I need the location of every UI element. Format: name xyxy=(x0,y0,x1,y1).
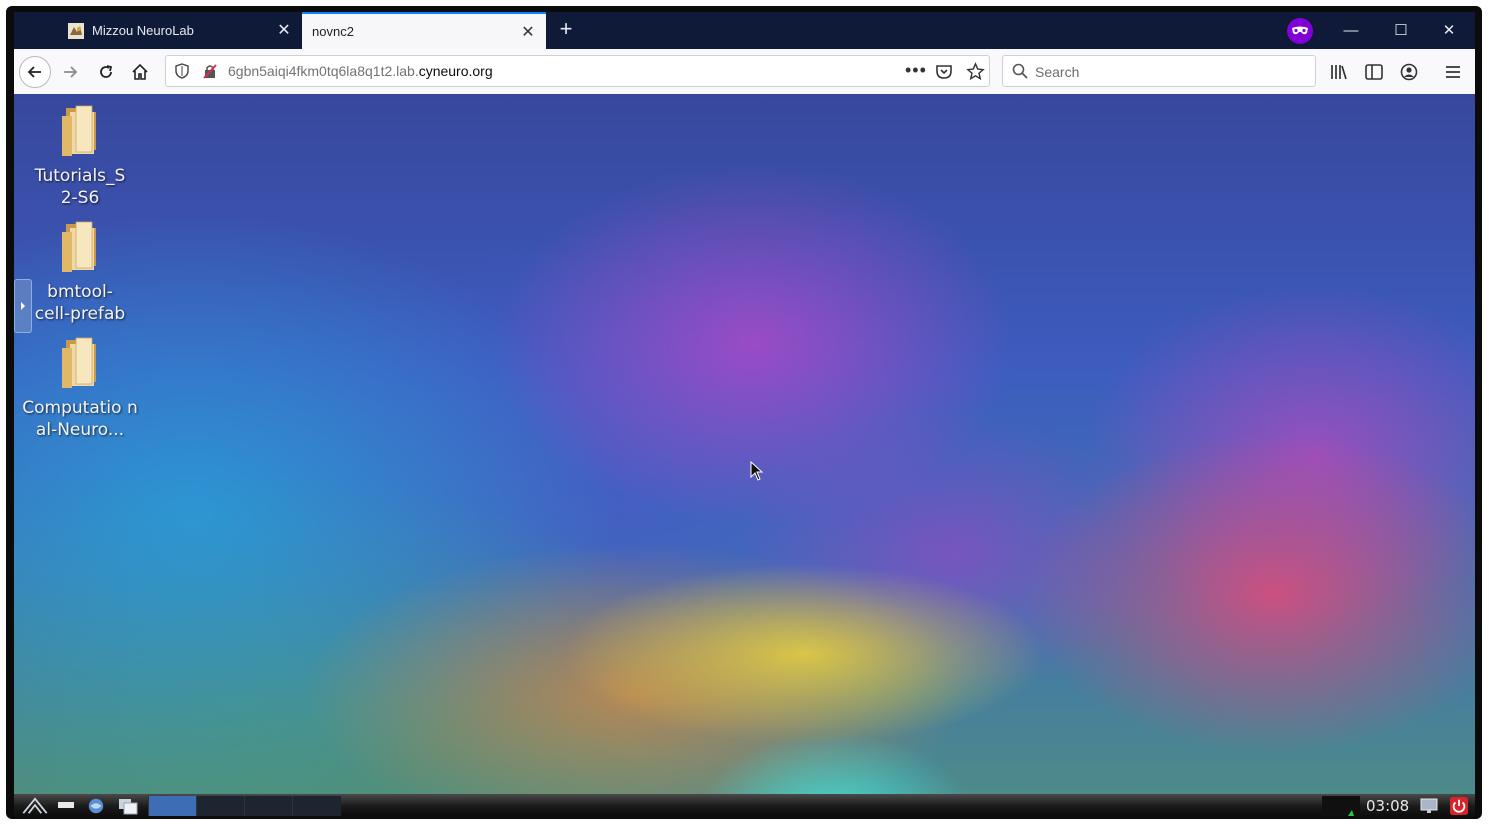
desktop-icon-label: Computatio nal-Neuro... xyxy=(22,398,138,440)
folder-icon xyxy=(62,221,96,272)
close-tab-icon[interactable]: ✕ xyxy=(518,22,538,42)
pocket-icon[interactable] xyxy=(935,63,953,81)
workspace-4[interactable] xyxy=(292,796,341,816)
library-icon[interactable] xyxy=(1330,64,1348,80)
remote-desktop[interactable]: Tutorials_S 2-S6 bmtool- cell-prefab Com… xyxy=(14,94,1475,794)
clock: 03:08 xyxy=(1366,797,1410,815)
forward-button[interactable] xyxy=(54,56,86,88)
workspace-1[interactable] xyxy=(148,796,197,816)
maximize-button[interactable]: ☐ xyxy=(1386,18,1416,42)
home-icon xyxy=(132,63,148,80)
desktop-icon-label: bmtool- cell-prefab xyxy=(34,282,126,324)
desktop-icon-label: Tutorials_S 2-S6 xyxy=(34,166,126,208)
minimize-button[interactable]: — xyxy=(1336,18,1366,42)
new-tab-button[interactable]: + xyxy=(554,18,578,42)
search-icon xyxy=(1012,63,1028,79)
workspace-2[interactable] xyxy=(196,796,245,816)
insecure-lock-icon[interactable] xyxy=(202,63,218,79)
start-menu-icon[interactable] xyxy=(20,797,50,815)
hamburger-menu-icon[interactable] xyxy=(1445,64,1461,80)
minimize-icon: — xyxy=(1343,21,1359,39)
reload-button[interactable] xyxy=(90,56,122,88)
back-button[interactable] xyxy=(19,56,51,88)
sidebar-toggle-icon[interactable] xyxy=(1365,64,1383,80)
url-prefix: 6gbn5aiqi4fkm0tq6la8q1t2.lab. xyxy=(228,63,419,79)
plus-icon: + xyxy=(559,16,573,41)
bookmark-star-icon[interactable] xyxy=(966,62,985,81)
tab-mizzou-neurolab[interactable]: Mizzou NeuroLab ✕ xyxy=(60,12,302,49)
tab-label: Mizzou NeuroLab xyxy=(92,23,194,38)
forward-arrow-icon xyxy=(64,66,78,78)
desktop-switch-icon[interactable] xyxy=(118,797,138,815)
neurolab-favicon-icon xyxy=(68,22,84,39)
url-text: 6gbn5aiqi4fkm0tq6la8q1t2.lab.cyneuro.org xyxy=(228,63,493,79)
tracking-shield-icon[interactable] xyxy=(174,63,190,79)
browser-launcher-icon[interactable] xyxy=(86,797,106,815)
account-icon[interactable] xyxy=(1400,63,1418,81)
url-domain: cyneuro.org xyxy=(418,63,493,79)
power-icon[interactable] xyxy=(1449,797,1469,815)
close-icon: ✕ xyxy=(1442,22,1456,39)
folder-icon xyxy=(62,105,96,156)
private-browsing-mask-icon xyxy=(1287,18,1313,44)
desktop-taskbar: 03:08 xyxy=(14,794,1475,818)
search-placeholder: Search xyxy=(1035,64,1080,80)
maximize-icon: ☐ xyxy=(1394,22,1408,39)
network-icon[interactable] xyxy=(1419,797,1439,815)
cpu-graph-icon xyxy=(1348,810,1354,816)
desktop-icon-tutorials[interactable]: Tutorials_S 2-S6 xyxy=(22,102,138,209)
cpu-monitor xyxy=(1322,796,1360,816)
navigation-toolbar: 6gbn5aiqi4fkm0tq6la8q1t2.lab.cyneuro.org… xyxy=(14,49,1475,95)
mouse-cursor-icon xyxy=(750,461,764,481)
minimize-all-icon[interactable] xyxy=(58,802,74,808)
folder-icon xyxy=(62,337,96,388)
tab-strip: Mizzou NeuroLab ✕ novnc2 ✕ + — ☐ ✕ xyxy=(14,12,1475,49)
desktop-icon-computational-neuro[interactable]: Computatio nal-Neuro... xyxy=(22,334,138,441)
home-button[interactable] xyxy=(124,56,156,88)
browser-window: Mizzou NeuroLab ✕ novnc2 ✕ + — ☐ ✕ 6gbn5… xyxy=(14,12,1475,818)
tab-novnc2[interactable]: novnc2 ✕ xyxy=(302,12,546,49)
search-bar[interactable]: Search xyxy=(1002,55,1316,87)
reload-icon xyxy=(100,65,113,78)
close-tab-icon[interactable]: ✕ xyxy=(274,20,294,40)
close-window-button[interactable]: ✕ xyxy=(1434,18,1464,42)
chevron-right-icon xyxy=(21,302,25,310)
url-bar[interactable]: 6gbn5aiqi4fkm0tq6la8q1t2.lab.cyneuro.org… xyxy=(165,55,990,87)
workspace-3[interactable] xyxy=(244,796,293,816)
back-arrow-icon xyxy=(27,66,41,78)
desktop-icon-bmtool[interactable]: bmtool- cell-prefab xyxy=(22,218,138,325)
tab-label: novnc2 xyxy=(312,24,354,39)
novnc-sidebar-handle[interactable] xyxy=(14,279,32,333)
page-actions-menu-icon[interactable]: ••• xyxy=(905,60,927,81)
